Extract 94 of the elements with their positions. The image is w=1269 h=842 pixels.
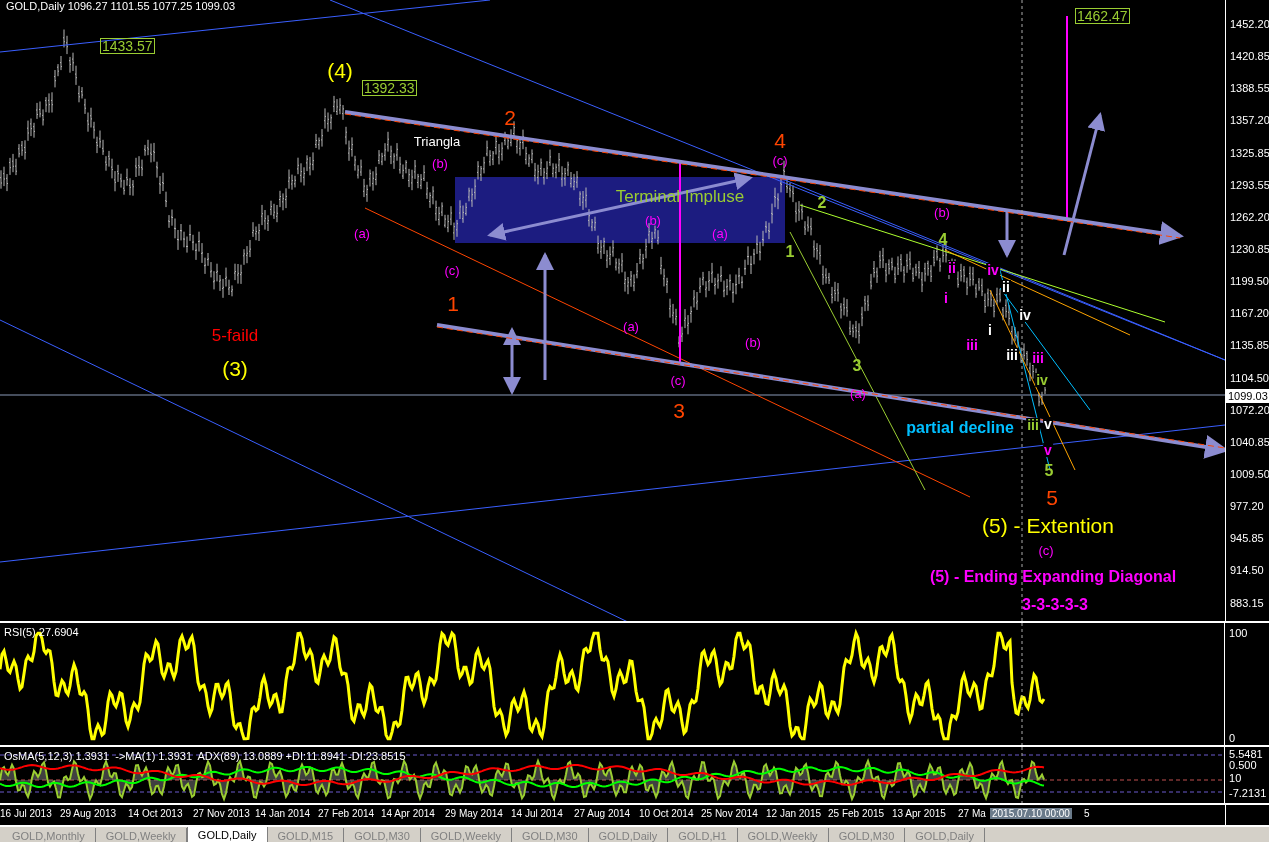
rsi-axis-label: 100: [1229, 626, 1248, 639]
time-axis-label: 25 Nov 2014: [701, 808, 758, 820]
time-axis-label: 12 Jan 2015: [766, 808, 822, 820]
price-axis-label: 914.50: [1229, 563, 1265, 578]
wave-label: (c): [772, 153, 788, 167]
price-axis-label: 1357.20: [1229, 113, 1269, 128]
price-axis-label: 1135.85: [1229, 338, 1269, 353]
wave-label: (b): [934, 205, 950, 219]
wave-label: (c): [1038, 543, 1054, 557]
wave-label: 2: [817, 195, 827, 211]
wave-label: (b): [745, 335, 761, 349]
rsi-axis-label: 0: [1229, 731, 1236, 744]
price-label: 1392.33: [362, 80, 417, 96]
wave-label: (3): [222, 357, 248, 379]
time-axis-label: 29 May 2014: [445, 808, 503, 820]
time-axis-label: 13 Apr 2015: [892, 808, 946, 820]
wave-label: iv: [986, 263, 1000, 277]
time-axis-label: 27 Nov 2013: [193, 808, 250, 820]
indicator-caption: OsMA(5,12,3) 1.3931 ->MA(1) 1.3931 ADX(89) 13.0889 +DI:11.8941 -DI:23.8515: [4, 750, 406, 763]
wave-label: partial decline: [906, 420, 1014, 436]
wave-label: (b): [432, 156, 448, 170]
wave-label: (c): [670, 373, 686, 387]
wave-label: (4): [327, 59, 353, 81]
wave-label: i: [943, 291, 949, 305]
wave-label: 1: [447, 292, 459, 314]
wave-label: ii: [1001, 280, 1011, 294]
time-axis-label: 10 Oct 2014: [639, 808, 694, 820]
current-price-label: 1099.03: [1226, 389, 1269, 403]
oscillator-axis-label: 5.5481: [1229, 748, 1263, 761]
wave-label: v: [1043, 417, 1053, 431]
wave-label: 3: [673, 399, 685, 421]
price-axis-label: 977.20: [1229, 499, 1265, 514]
wave-label: iii: [1031, 351, 1045, 365]
wave-label: iv: [1018, 308, 1032, 322]
wave-label: iii: [1026, 418, 1040, 432]
time-axis-label: 16 Jul 2013: [0, 808, 52, 820]
wave-label: 3-3-3-3-3: [1022, 597, 1088, 613]
price-axis-label: 883.15: [1229, 595, 1265, 610]
wave-label: iii: [1005, 348, 1019, 362]
wave-label: v: [1043, 443, 1053, 457]
wave-label: iii: [965, 338, 979, 352]
time-axis-label: 27 Ma: [958, 808, 986, 820]
price-axis-label: 1452.20: [1229, 17, 1269, 31]
price-label: 1433.57: [100, 38, 155, 54]
time-axis-label: 29 Aug 2013: [60, 808, 117, 820]
wave-label: (a): [354, 226, 370, 240]
wave-label: 5-faild: [211, 326, 259, 344]
wave-label: (5) - Ending Expanding Diagonal: [929, 569, 1177, 585]
time-axis-label: 14 Apr 2014: [381, 808, 435, 820]
wave-label: 5: [1046, 486, 1058, 508]
wave-label: (a): [712, 226, 728, 240]
price-axis-label: 945.85: [1229, 531, 1265, 546]
wave-label: (a): [623, 319, 639, 333]
wave-label: 5: [1044, 463, 1054, 479]
wave-label: (c): [444, 263, 460, 277]
price-axis-label: 1199.50: [1229, 274, 1269, 289]
price-axis-label: 1167.20: [1229, 306, 1269, 321]
price-axis-label: 1072.20: [1229, 402, 1269, 417]
price-axis-label: 1009.50: [1229, 466, 1269, 481]
chart-tab[interactable]: GOLD,Daily: [186, 827, 268, 842]
time-axis-label: 14 Oct 2013: [128, 808, 183, 820]
price-axis-label: 1293.55: [1229, 177, 1269, 192]
oscillator-axis-label: 0.500: [1229, 759, 1257, 772]
wave-label: 2: [504, 106, 516, 128]
time-axis-label: 14 Jul 2014: [511, 808, 563, 820]
crosshair-time-label: 2015.07.10 00:00: [990, 808, 1072, 820]
time-axis-label: 27 Aug 2014: [574, 808, 631, 820]
wave-label: 4: [774, 129, 786, 151]
wave-label: (5) - Extention: [982, 514, 1114, 536]
oscillator-axis-label: -7.2131: [1229, 787, 1267, 800]
time-axis-label: 25 Feb 2015: [828, 808, 885, 820]
wave-label: (a): [850, 386, 866, 400]
price-axis-label: 1388.55: [1229, 81, 1269, 96]
oscillator-axis-label: 10: [1229, 772, 1242, 785]
wave-label: 4: [938, 232, 948, 248]
price-label: 1462.47: [1075, 8, 1130, 24]
wave-label: i: [987, 323, 993, 337]
time-axis-label: 14 Jan 2014: [255, 808, 311, 820]
price-axis-label: 1325.85: [1229, 145, 1269, 160]
indicator-caption: RSI(5) 27.6904: [4, 625, 79, 638]
wave-label: ii: [947, 261, 957, 275]
price-axis-label: 1262.20: [1229, 209, 1269, 224]
wave-label: 1: [785, 244, 795, 260]
time-axis-label: 27 Feb 2014: [318, 808, 375, 820]
wave-label: 3: [852, 358, 862, 374]
price-axis-label: 1230.85: [1229, 242, 1269, 256]
wave-label: iv: [1035, 373, 1049, 387]
time-axis-label: 5: [1084, 808, 1090, 820]
price-axis-label: 1040.85: [1229, 434, 1269, 449]
price-axis-label: 1420.85: [1229, 49, 1269, 64]
chart-header: GOLD,Daily 1096.27 1101.55 1077.25 1099.03: [6, 0, 236, 12]
price-axis-label: 1104.50: [1229, 370, 1269, 385]
wave-label: (b): [645, 213, 661, 227]
wave-label: Triangla: [413, 134, 461, 148]
